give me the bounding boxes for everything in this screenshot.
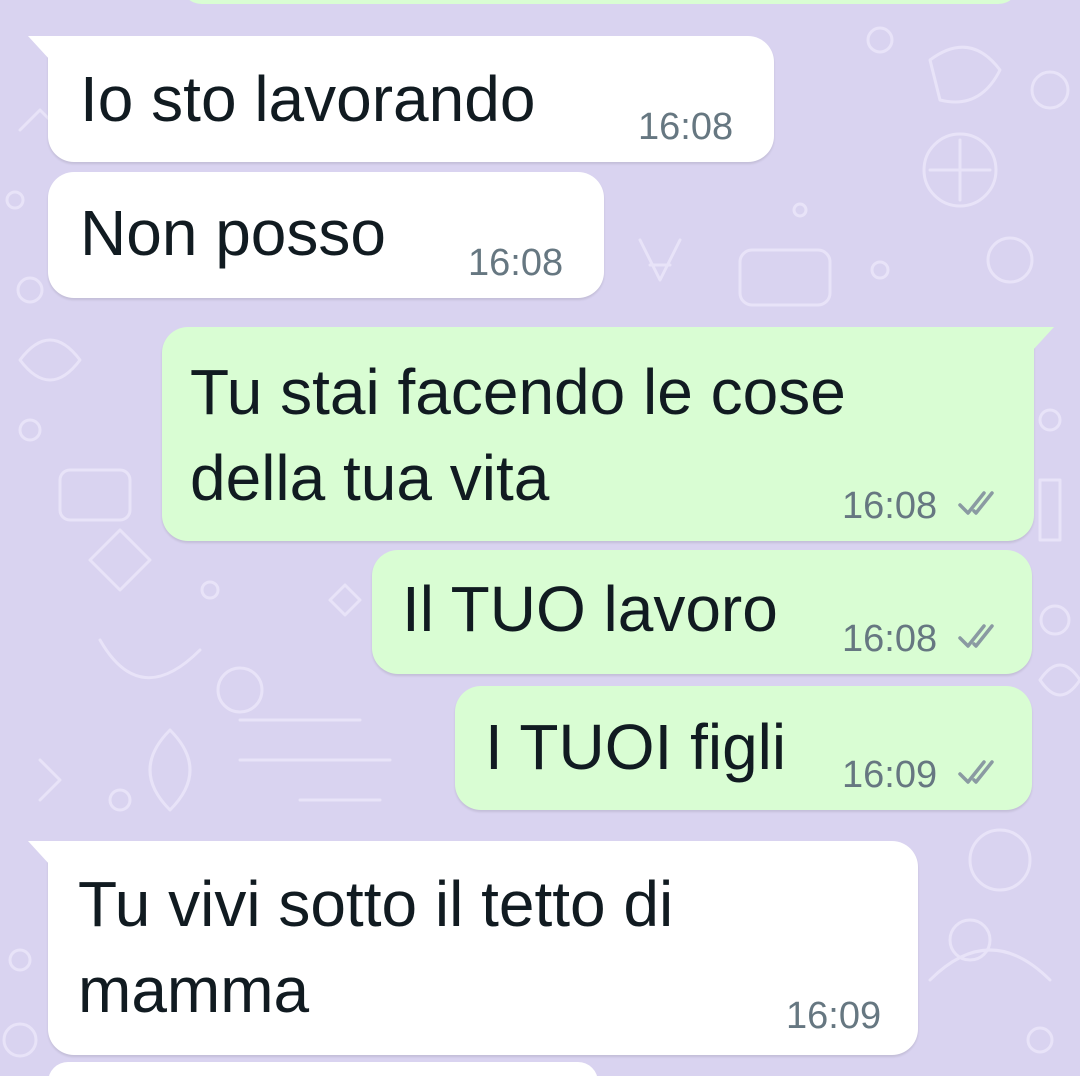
message-text-line-2: della tua vita xyxy=(190,442,550,514)
message-timestamp: 16:08 xyxy=(638,106,734,148)
message-text-line-2: mamma xyxy=(78,954,310,1026)
message-timestamp: 16:08 xyxy=(468,242,564,284)
message-text: Il TUO lavoro xyxy=(402,573,778,645)
bubble-tail xyxy=(1032,327,1054,351)
partial-message-bubble-top xyxy=(180,0,1020,4)
outgoing-message-bubble[interactable]: I TUOI figli 16:09 xyxy=(455,686,1032,810)
message-timestamp: 16:08 xyxy=(842,485,938,527)
message-text-line-1: Tu vivi sotto il tetto di xyxy=(78,868,674,940)
bubble-tail xyxy=(28,841,50,865)
incoming-message-bubble[interactable]: Tu vivi sotto il tetto di mamma 16:09 xyxy=(28,841,918,1055)
message-timestamp: 16:08 xyxy=(842,618,938,660)
double-check-icon xyxy=(958,491,994,515)
incoming-message-bubble[interactable]: Non posso 16:08 xyxy=(48,172,604,298)
message-timestamp: 16:09 xyxy=(786,995,882,1037)
double-check-icon xyxy=(958,624,994,648)
message-text: Non posso xyxy=(80,197,386,269)
partial-message-bubble-bottom xyxy=(48,1062,598,1076)
incoming-message-bubble[interactable]: Io sto lavorando 16:08 xyxy=(28,36,774,162)
message-text: Io sto lavorando xyxy=(80,63,536,135)
message-text-line-1: Tu stai facendo le cose xyxy=(190,356,846,428)
outgoing-message-bubble[interactable]: Tu stai facendo le cose della tua vita 1… xyxy=(162,327,1054,541)
double-check-icon xyxy=(958,760,994,784)
outgoing-message-bubble[interactable]: Il TUO lavoro 16:08 xyxy=(372,550,1032,674)
bubble-tail xyxy=(28,36,50,60)
message-text: I TUOI figli xyxy=(485,711,787,783)
message-timestamp: 16:09 xyxy=(842,754,938,796)
